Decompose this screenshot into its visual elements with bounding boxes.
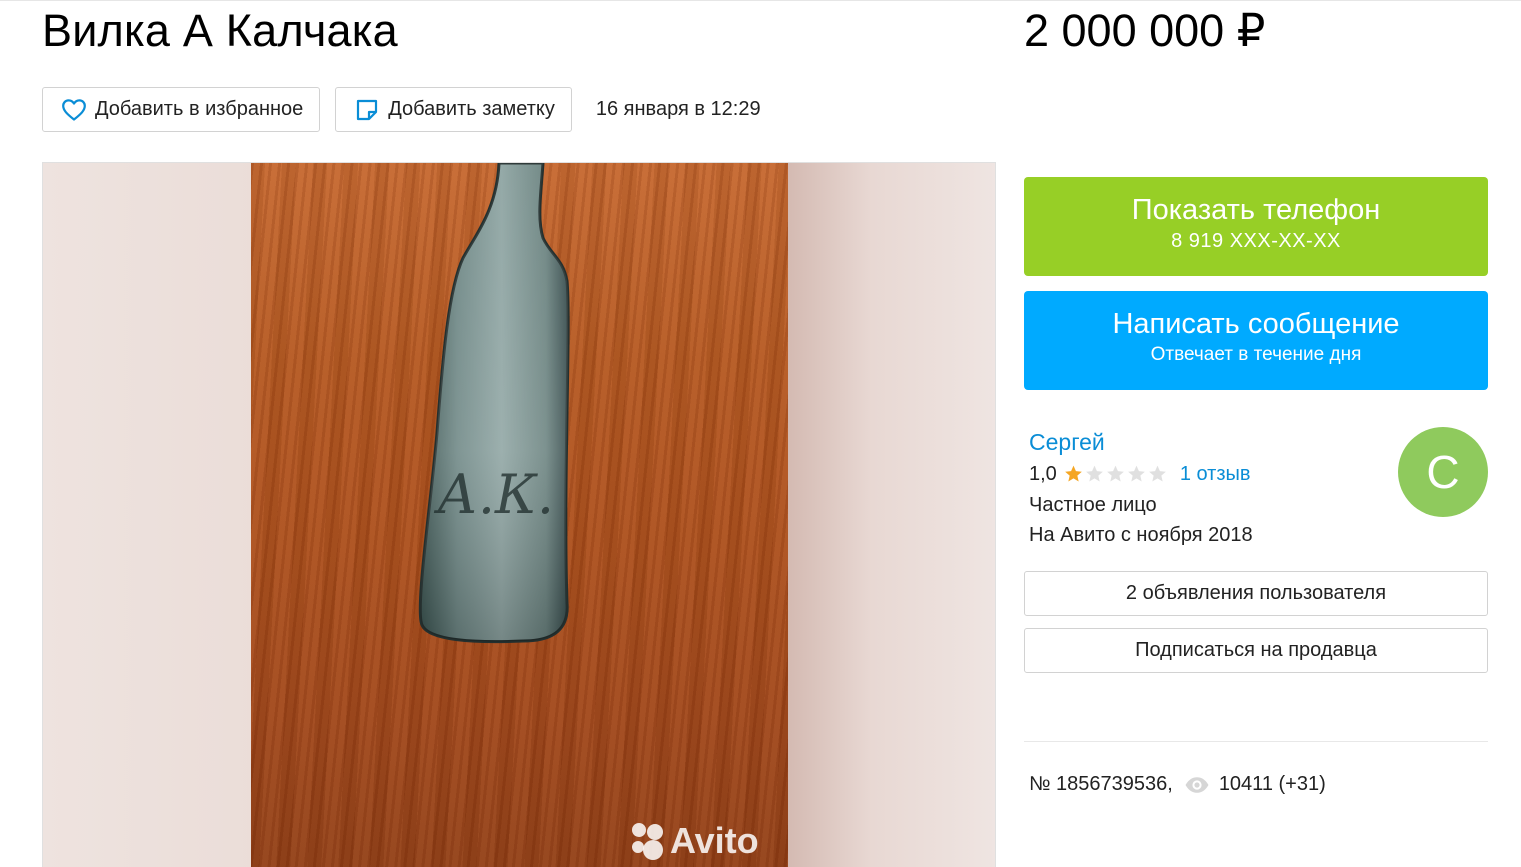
add-note-button[interactable]: Добавить заметку (335, 87, 572, 132)
seller-since: На Авито с ноября 2018 (1029, 524, 1253, 546)
photo-gallery[interactable]: А.К. Avito (42, 162, 996, 867)
phone-masked: 8 919 XXX-XX-XX (1171, 230, 1341, 252)
star-empty-icon (1148, 465, 1166, 482)
listing-meta: № 1856739536, 10411 (+31) (1029, 773, 1326, 796)
favorites-label: Добавить в избранное (95, 98, 304, 120)
gallery-blur-right (788, 163, 995, 867)
star-empty-icon (1106, 465, 1124, 482)
write-message-button[interactable]: Написать сообщение Отвечает в течение дн… (1024, 291, 1488, 390)
seller-avatar[interactable]: С (1398, 427, 1488, 517)
eye-icon (1184, 776, 1210, 794)
star-empty-icon (1085, 465, 1103, 482)
main-photo[interactable]: А.К. (251, 163, 788, 867)
listing-actions: Добавить в избранное Добавить заметку 16… (42, 87, 761, 132)
subscribe-seller-button[interactable]: Подписаться на продавца (1024, 628, 1488, 673)
reviews-link[interactable]: 1 отзыв (1180, 463, 1251, 486)
write-message-label: Написать сообщение (1112, 308, 1400, 340)
user-listings-button[interactable]: 2 объявления пользователя (1024, 571, 1488, 616)
response-time: Отвечает в течение дня (1150, 344, 1362, 365)
views-count: 10411 (+31) (1218, 773, 1326, 795)
watermark-text: Avito (670, 820, 759, 861)
show-phone-label: Показать телефон (1131, 194, 1381, 226)
avito-watermark: Avito (632, 820, 759, 861)
top-divider (0, 0, 1521, 1)
show-phone-button[interactable]: Показать телефон 8 919 XXX-XX-XX (1024, 177, 1488, 276)
star-filled-icon (1064, 465, 1082, 482)
note-label: Добавить заметку (388, 98, 555, 120)
rating-value: 1,0 (1029, 462, 1057, 485)
star-empty-icon (1127, 465, 1145, 482)
listing-date: 16 января в 12:29 (595, 98, 761, 120)
rating-stars (1063, 464, 1168, 484)
listing-title: Вилка А Калчака (42, 5, 398, 56)
listing-price: 2 000 000 ₽ (1024, 5, 1266, 56)
add-to-favorites-button[interactable]: Добавить в избранное (42, 87, 321, 132)
listing-number: № 1856739536, (1029, 773, 1173, 795)
heart-icon (61, 97, 87, 123)
section-divider (1024, 741, 1488, 742)
engraving-text: А.К. (433, 463, 554, 526)
sticky-note-icon (354, 97, 380, 123)
